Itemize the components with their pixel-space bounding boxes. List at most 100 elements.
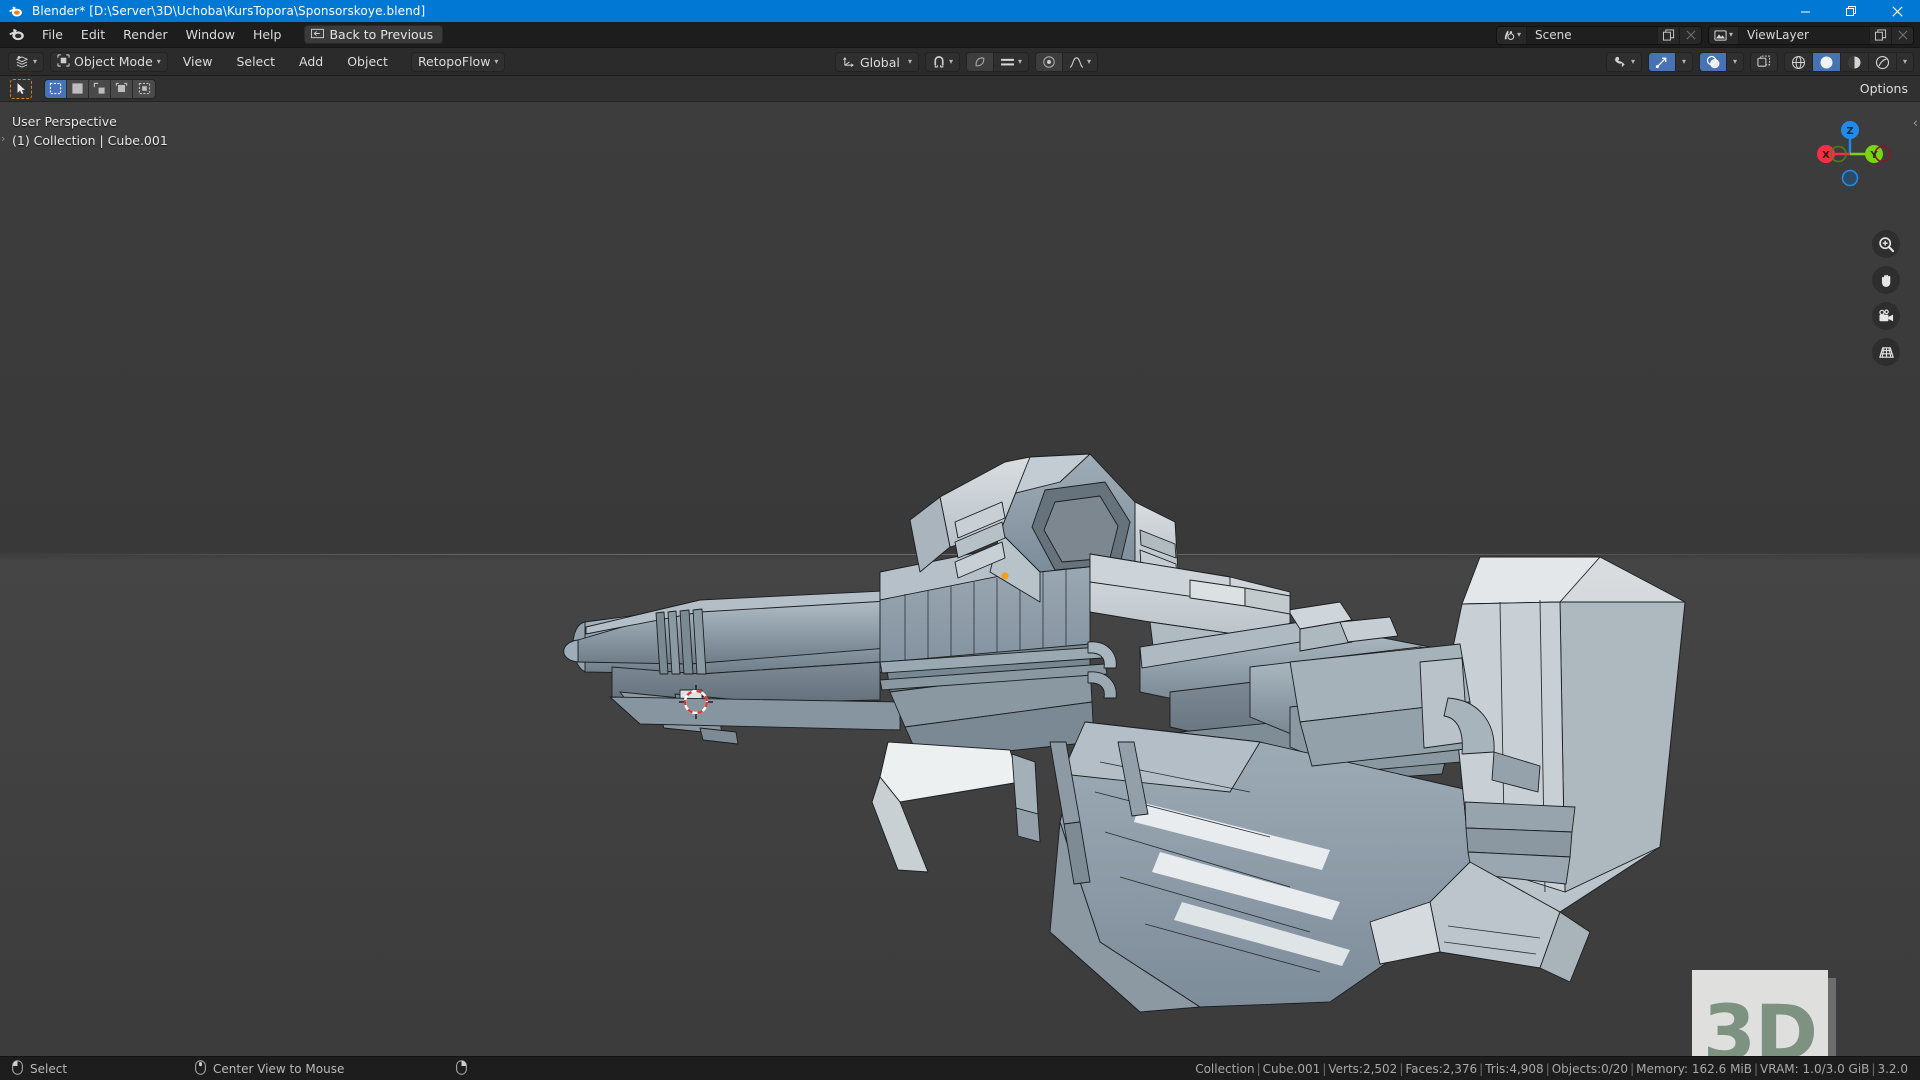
overlays-group: ▾	[1698, 52, 1744, 72]
menu-render[interactable]: Render	[114, 24, 177, 45]
keymap-center-view: Center View to Mouse	[195, 1059, 345, 1078]
shading-modes-group: ▾	[1783, 52, 1914, 72]
scene-datablock-icon[interactable]: ▾	[1497, 26, 1527, 44]
snapping-group: ▾	[925, 52, 961, 72]
select-box-mode[interactable]	[45, 79, 67, 98]
viewport-nav-buttons	[1872, 230, 1900, 366]
menu-edit[interactable]: Edit	[72, 24, 114, 45]
proportional-falloff-icon[interactable]: ▾	[994, 53, 1028, 71]
chevron-down-icon: ▾	[1732, 57, 1737, 66]
pivot-median-icon[interactable]	[1036, 53, 1064, 71]
top-bar: File Edit Render Window Help Back to Pre…	[0, 22, 1920, 48]
minimize-icon[interactable]	[1782, 0, 1828, 22]
chevron-down-icon: ▾	[1516, 30, 1521, 39]
tool-options-label[interactable]: Options	[1860, 81, 1908, 96]
stat-objects: Objects:0/20	[1551, 1061, 1629, 1076]
select-lasso-mode[interactable]	[89, 79, 111, 98]
navigation-gizmo[interactable]: Z X Y	[1808, 112, 1892, 196]
stat-faces: Faces:2,376	[1405, 1061, 1478, 1076]
chevron-down-icon: ▾	[1902, 57, 1907, 66]
chevron-down-icon: ▾	[1087, 57, 1092, 66]
chevron-down-icon: ▾	[908, 57, 913, 66]
shading-material-preview[interactable]	[1841, 53, 1869, 71]
zoom-icon[interactable]	[1872, 230, 1900, 258]
transform-orientation-dropdown[interactable]: Global ▾	[835, 52, 920, 72]
gizmo-dropdown[interactable]: ▾	[1676, 53, 1692, 71]
blender-logo-icon[interactable]	[3, 22, 29, 48]
tweak-cursor-icon[interactable]	[10, 78, 32, 99]
viewlayer-name[interactable]: ViewLayer	[1739, 26, 1869, 44]
xray-group	[1749, 52, 1778, 72]
stat-memory: Memory: 162.6 MiB	[1636, 1061, 1752, 1076]
pan-hand-icon[interactable]	[1872, 266, 1900, 294]
stat-vram: VRAM: 1.0/3.0 GiB	[1760, 1061, 1870, 1076]
scene-statistics: Collection | Cube.001 | Verts:2,502 | Faces:2,…	[1195, 1061, 1908, 1076]
overlays-toggle[interactable]	[1699, 53, 1727, 71]
viewport-menu-object[interactable]: Object	[338, 52, 397, 71]
unlink-scene-icon[interactable]	[1679, 26, 1701, 44]
scene-name[interactable]: Scene	[1527, 26, 1657, 44]
select-mode-group	[44, 78, 156, 99]
visibility-group: ▾	[1605, 52, 1642, 72]
tool-header: Options	[0, 76, 1920, 102]
chevron-down-icon: ▾	[1018, 57, 1023, 66]
pivot-group: ▾	[1035, 52, 1099, 72]
menu-file[interactable]: File	[33, 24, 72, 45]
falloff-smooth-icon[interactable]: ▾	[1063, 53, 1097, 71]
menu-window[interactable]: Window	[177, 24, 244, 45]
shading-solid[interactable]	[1812, 53, 1841, 71]
svg-text:X: X	[1822, 150, 1830, 161]
viewlayer-datablock-icon[interactable]: ▾	[1709, 26, 1739, 44]
select-tweak-mode[interactable]	[67, 79, 89, 98]
scene-datablock[interactable]: ▾ Scene	[1496, 25, 1702, 45]
blender-icon	[4, 0, 26, 22]
viewlayer-datablock[interactable]: ▾ ViewLayer	[1708, 25, 1914, 45]
svg-text:Y: Y	[1869, 150, 1878, 161]
unlink-viewlayer-icon[interactable]	[1891, 26, 1913, 44]
gizmo-toggle[interactable]	[1648, 53, 1676, 71]
select-extend-mode[interactable]	[133, 79, 155, 98]
viewport-menu-select[interactable]: Select	[227, 52, 284, 71]
shading-wireframe[interactable]	[1785, 53, 1813, 71]
snap-toggle[interactable]: ▾	[926, 53, 959, 71]
back-to-previous-button[interactable]: Back to Previous	[304, 25, 444, 44]
editor-type-3dview-icon[interactable]: ▾	[8, 51, 45, 72]
close-icon[interactable]	[1874, 0, 1920, 22]
menu-help[interactable]: Help	[244, 24, 291, 45]
spaceship-mesh[interactable]	[0, 102, 1920, 1078]
retopoflow-menu[interactable]: RetopoFlow ▾	[410, 51, 506, 72]
stat-verts: Verts:2,502	[1328, 1061, 1398, 1076]
shading-rendered[interactable]	[1869, 53, 1897, 71]
restore-icon[interactable]	[1828, 0, 1874, 22]
ortho-grid-icon[interactable]	[1872, 338, 1900, 366]
chevron-down-icon: ▾	[494, 56, 499, 66]
keymap-center-view-label: Center View to Mouse	[213, 1061, 345, 1076]
back-to-previous-label: Back to Previous	[329, 27, 434, 42]
chevron-down-icon: ▾	[33, 56, 38, 66]
chevron-down-icon: ▾	[1728, 30, 1733, 39]
3d-viewport[interactable]: › User Perspective (1) Collection | Cube…	[0, 102, 1920, 1078]
main-menu-bar: File Edit Render Window Help	[33, 24, 290, 45]
stat-collection: Collection	[1195, 1061, 1255, 1076]
xray-toggle-icon[interactable]	[1751, 53, 1777, 71]
interaction-mode-dropdown[interactable]: Object Mode ▾	[50, 51, 168, 72]
keymap-context-menu	[456, 1059, 474, 1078]
keymap-select: Select	[12, 1059, 67, 1078]
chevron-down-icon: ▾	[949, 57, 954, 66]
proportional-edit-icon[interactable]	[967, 53, 995, 71]
camera-icon[interactable]	[1872, 302, 1900, 330]
stat-object: Cube.001	[1262, 1061, 1321, 1076]
chevron-left-icon[interactable]: ‹	[1913, 116, 1918, 131]
viewport-menu-add[interactable]: Add	[290, 52, 332, 71]
gizmo-group: ▾	[1647, 52, 1693, 72]
mouse-left-icon	[12, 1059, 23, 1078]
overlays-dropdown[interactable]: ▾	[1727, 53, 1743, 71]
topbar-datablocks: ▾ Scene ▾ ViewLayer	[1496, 22, 1914, 48]
new-viewlayer-icon[interactable]	[1869, 26, 1891, 44]
shading-dropdown[interactable]: ▾	[1897, 53, 1913, 71]
viewport-menu-view[interactable]: View	[174, 52, 222, 71]
select-circle-mode[interactable]	[111, 79, 133, 98]
visibility-eye-icon[interactable]: ▾	[1607, 53, 1641, 71]
proportional-edit-group: ▾	[966, 52, 1030, 72]
new-scene-icon[interactable]	[1657, 26, 1679, 44]
